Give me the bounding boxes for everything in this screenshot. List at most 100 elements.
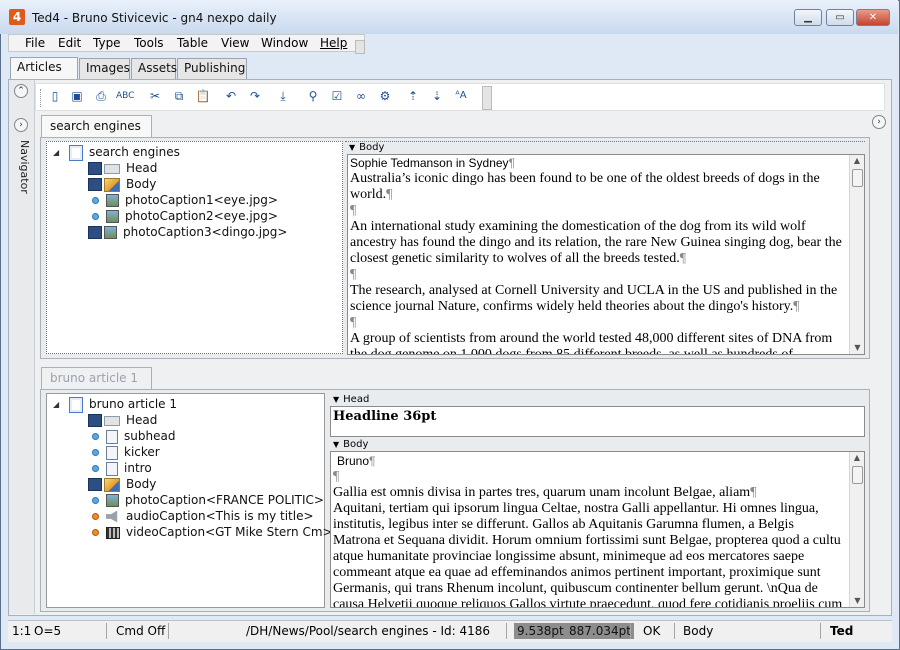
doc1-vertical-scrollbar[interactable]: ▲ ▼ (849, 155, 864, 354)
undo-icon[interactable]: ↶ (222, 87, 240, 105)
pilcrow: ¶ (386, 187, 393, 202)
pilcrow: ¶ (333, 469, 340, 484)
expand-right-icon[interactable]: › (872, 115, 886, 129)
body-editor[interactable]: Sophie Tedmanson in Sydney¶ Australia’s … (347, 154, 865, 355)
collapse-triangle-icon[interactable]: ▼ (333, 395, 339, 404)
tree-node-root[interactable]: search engines (69, 144, 180, 161)
image-icon (104, 226, 117, 239)
body-editor[interactable]: Bruno¶ ¶ Gallia est omnis divisa in part… (330, 451, 865, 608)
new-doc-icon[interactable]: ▯ (46, 87, 64, 105)
section-label: Body (359, 142, 385, 153)
status-size-1: 9.538pt (514, 623, 567, 639)
tree-node-subhead[interactable]: subhead (88, 428, 175, 444)
collapse-triangle-icon[interactable]: ▼ (349, 143, 355, 152)
body-section-header[interactable]: ▼ Body (349, 142, 384, 154)
link-icon[interactable]: ∞ (352, 87, 370, 105)
properties-icon[interactable]: ☑ (328, 87, 346, 105)
tree-node-label: Body (126, 177, 157, 191)
tree-node-photocaption[interactable]: photoCaption<FRANCE POLITIC> (88, 492, 324, 508)
menu-file[interactable]: File (25, 36, 45, 51)
scroll-up-icon[interactable]: ▲ (850, 452, 864, 464)
grid-icon (88, 226, 102, 239)
paragraph: The research, analysed at Cornell Univer… (350, 283, 838, 314)
head-section-header[interactable]: ▼ Head (333, 394, 369, 406)
film-icon (106, 526, 120, 539)
tab-articles[interactable]: Articles × (10, 57, 78, 93)
scroll-down-icon[interactable]: ▼ (850, 595, 865, 607)
minimize-button[interactable]: ▁ (794, 9, 822, 26)
copy-icon[interactable]: ⧉ (170, 87, 188, 105)
menu-edit[interactable]: Edit (58, 36, 81, 51)
find-icon[interactable]: ⚲ (304, 87, 322, 105)
tree-expander-icon[interactable]: ◢ (53, 400, 59, 409)
insert-icon[interactable]: ⤓ (274, 87, 292, 105)
paragraph: Aquitani, tertiam qui ipsorum lingua Cel… (333, 501, 843, 608)
move-down-icon[interactable]: ⇣ (428, 87, 446, 105)
tree-node-label: photoCaption<FRANCE POLITIC> (125, 493, 324, 507)
menubar-grip[interactable] (355, 40, 365, 54)
toolbar-overflow-grip[interactable] (482, 86, 492, 110)
status-dot-icon (92, 497, 99, 504)
scroll-thumb[interactable] (851, 466, 863, 484)
print-icon[interactable]: ⎙ (92, 87, 110, 105)
settings-icon[interactable]: ⚙ (376, 87, 394, 105)
toolbar-grip[interactable] (40, 89, 42, 107)
body-section-header[interactable]: ▼ Body (333, 439, 368, 451)
tree-expander-icon[interactable]: ◢ (53, 148, 59, 157)
move-up-icon[interactable]: ⇡ (404, 87, 422, 105)
status-dot-icon (92, 449, 99, 456)
paste-icon[interactable]: 📋 (194, 87, 212, 105)
menu-view[interactable]: View (221, 36, 249, 51)
scroll-down-icon[interactable]: ▼ (850, 342, 865, 354)
tree-node-photocaption1[interactable]: photoCaption1<eye.jpg> (88, 192, 278, 208)
tree-node-photocaption2[interactable]: photoCaption2<eye.jpg> (88, 208, 278, 224)
window-title: Ted4 - Bruno Stivicevic - gn4 nexpo dail… (32, 11, 277, 25)
tree-node-root[interactable]: bruno article 1 (69, 396, 177, 413)
spellcheck-icon[interactable]: ABC (116, 87, 134, 105)
tree-node-label: kicker (124, 445, 160, 459)
cut-icon[interactable]: ✂ (146, 87, 164, 105)
status-cmd[interactable]: Cmd Off (116, 623, 165, 639)
tree-node-kicker[interactable]: kicker (88, 444, 160, 460)
tree-node-head[interactable]: Head (88, 412, 157, 428)
close-button[interactable]: ✕ (856, 9, 890, 26)
pilcrow: ¶ (350, 315, 357, 330)
tree-node-photocaption3[interactable]: photoCaption3<dingo.jpg> (88, 224, 287, 240)
scroll-up-icon[interactable]: ▲ (850, 155, 864, 167)
tab-assets[interactable]: Assets (131, 58, 177, 79)
head-icon (104, 415, 120, 426)
pencil-icon (104, 477, 120, 492)
tree-node-body[interactable]: Body (88, 176, 156, 192)
menu-help[interactable]: Help (320, 36, 347, 51)
paragraph: Gallia est omnis divisa in partes tres, … (333, 485, 751, 500)
tree-node-head[interactable]: Head (88, 160, 157, 176)
document-icon (69, 144, 83, 161)
expand-navigator-icon[interactable]: › (14, 118, 28, 132)
grid-icon (88, 414, 102, 427)
menu-table[interactable]: Table (177, 36, 208, 51)
collapse-triangle-icon[interactable]: ▼ (333, 440, 339, 449)
maximize-button[interactable]: ▭ (826, 9, 854, 26)
doc2-vertical-scrollbar[interactable]: ▲ ▼ (849, 452, 864, 607)
tree-node-audiocaption[interactable]: audioCaption<This is my title> (88, 508, 314, 524)
collapse-up-icon[interactable]: ⌃ (14, 84, 28, 98)
tree-node-intro[interactable]: intro (88, 460, 152, 476)
menu-type[interactable]: Type (93, 36, 121, 51)
doc-tab-bruno-article[interactable]: bruno article 1 × (41, 367, 152, 405)
redo-icon[interactable]: ↷ (246, 87, 264, 105)
tab-publishing[interactable]: Publishing (177, 58, 247, 79)
grid-icon (88, 162, 102, 175)
save-icon[interactable]: ▣ (68, 87, 86, 105)
menu-window[interactable]: Window (261, 36, 308, 51)
menu-tools[interactable]: Tools (134, 36, 164, 51)
scroll-thumb[interactable] (851, 169, 863, 187)
headline-editor[interactable]: Headline 36pt (330, 406, 865, 437)
tab-images[interactable]: Images (79, 58, 130, 79)
status-dot-icon (92, 433, 99, 440)
text-style-icon[interactable]: ᴬA (452, 87, 470, 105)
tree-node-videocaption[interactable]: videoCaption<GT Mike Stern Cm> (88, 524, 333, 540)
tree-node-body[interactable]: Body (88, 476, 156, 492)
paragraph: An international study examining the dom… (350, 219, 842, 266)
doc-tab-search-engines[interactable]: search engines × (41, 115, 152, 153)
navigator-label[interactable]: Navigator (11, 140, 31, 240)
